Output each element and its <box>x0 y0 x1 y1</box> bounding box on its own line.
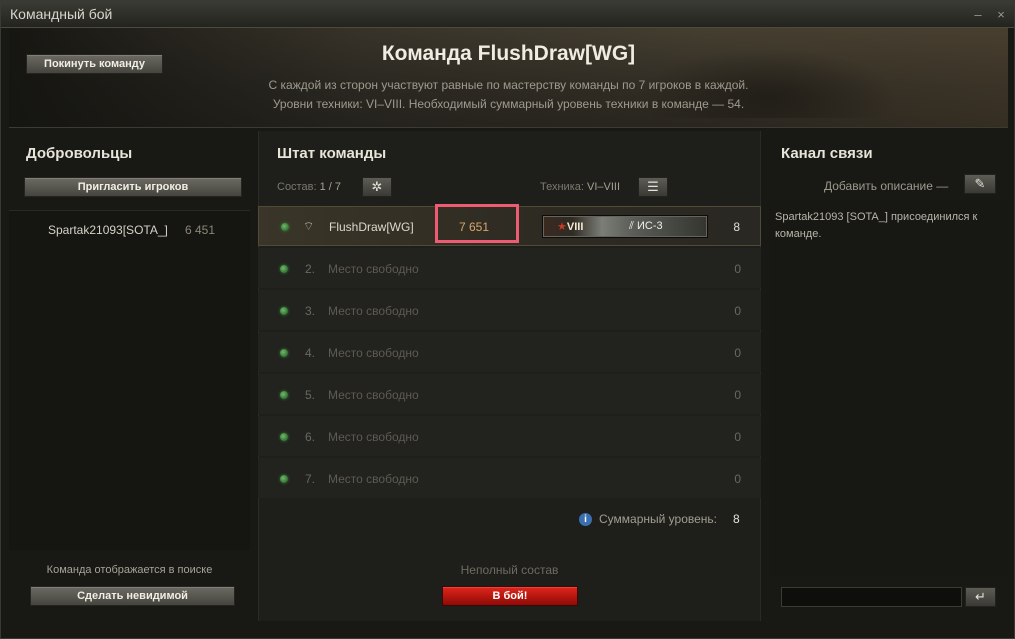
team-description-line-2: Уровни техники: VI–VIII. Необходимый сум… <box>272 97 745 111</box>
slot-name: Место свободно <box>328 262 419 276</box>
summary-value: 8 <box>733 512 740 526</box>
roster-status: Неполный состав <box>460 563 559 577</box>
online-status-icon <box>280 475 288 483</box>
tech-tiers: Техника: VI–VIII <box>540 181 620 193</box>
pencil-icon: ✎ <box>974 176 986 191</box>
slot-number: 3. <box>305 304 316 318</box>
chat-title: Канал связи <box>781 145 873 162</box>
slot-name: Место свободно <box>328 472 419 486</box>
online-status-icon <box>280 433 288 441</box>
close-icon[interactable]: × <box>994 8 1008 21</box>
summary-label: Суммарный уровень: <box>599 512 718 526</box>
slot-name: Место свободно <box>328 304 419 318</box>
composition-value: 1 / 7 <box>319 181 341 193</box>
slot-name: Место свободно <box>328 346 419 360</box>
tank-name-value: ИС-3 <box>636 220 663 232</box>
volunteers-title: Добровольцы <box>26 145 133 162</box>
commander-icon: ⌔ <box>303 219 315 233</box>
chat-message: Spartak21093 [SOTA_] присоединился к ком… <box>775 211 978 240</box>
tank-selector[interactable]: ★VIII ⫽ ИС-3 <box>542 215 708 238</box>
slot-level: 0 <box>734 472 741 486</box>
slot-level: 0 <box>734 346 741 360</box>
slot-number: 2. <box>305 262 316 276</box>
make-invisible-button[interactable]: Сделать невидимой <box>30 586 235 606</box>
volunteer-rating: 6 451 <box>185 223 216 237</box>
list-item[interactable]: Spartak21093[SOTA_] 6 451 <box>9 217 250 243</box>
slot-level: 0 <box>734 262 741 276</box>
roster-composition: Состав: 1 / 7 <box>277 181 341 193</box>
slot-number: 5. <box>305 388 316 402</box>
roster-slot-7[interactable]: 7. Место свободно 0 <box>258 458 761 498</box>
tank-tier-value: VIII <box>566 221 584 233</box>
enter-icon: ↵ <box>975 589 986 604</box>
minimize-icon[interactable]: – <box>971 8 985 21</box>
chat-messages-area[interactable] <box>769 201 1008 576</box>
send-message-button[interactable]: ↵ <box>965 587 996 607</box>
info-icon[interactable]: i <box>579 513 592 526</box>
slot-name: Место свободно <box>328 430 419 444</box>
gear-icon: ✲ <box>371 179 383 194</box>
slot-name: Место свободно <box>328 388 419 402</box>
online-status-icon <box>280 391 288 399</box>
slot-number: 7. <box>305 472 316 486</box>
slot-level: 8 <box>733 220 740 234</box>
roster-slot-3[interactable]: 3. Место свободно 0 <box>258 290 761 330</box>
battle-button[interactable]: В бой! <box>442 586 578 606</box>
slot-level: 0 <box>734 388 741 402</box>
chat-input[interactable] <box>781 587 962 607</box>
tank-name: ⫽ ИС-3 <box>629 220 663 232</box>
team-description-line-1: С каждой из сторон участвуют равные по м… <box>268 78 749 92</box>
player-name: FlushDraw[WG] <box>329 220 414 234</box>
online-status-icon <box>281 223 289 231</box>
roster-title: Штат команды <box>277 145 387 162</box>
roster-settings-button[interactable]: ✲ <box>362 177 392 197</box>
roster-slot-4[interactable]: 4. Место свободно 0 <box>258 332 761 372</box>
edit-description-button[interactable]: ✎ <box>964 174 996 194</box>
team-title: Команда FlushDraw[WG] <box>381 42 636 65</box>
composition-label: Состав: <box>277 181 317 193</box>
invite-players-button[interactable]: Пригласить игроков <box>24 177 242 197</box>
roster-slot-2[interactable]: 2. Место свободно 0 <box>258 248 761 288</box>
online-status-icon <box>280 307 288 315</box>
ussr-star-icon: ★ <box>557 221 567 233</box>
sliders-icon: ☰ <box>647 179 659 194</box>
slot-number: 6. <box>305 430 316 444</box>
window-title: Командный бой <box>10 6 113 22</box>
roster-slot-5[interactable]: 5. Место свободно 0 <box>258 374 761 414</box>
team-battle-window: Командный бой – × Покинуть команду Коман… <box>0 0 1015 639</box>
online-status-icon <box>280 349 288 357</box>
add-description-label: Добавить описание — <box>824 179 949 193</box>
tech-label: Техника: <box>540 181 584 193</box>
search-visibility-status: Команда отображается в поиске <box>46 564 213 576</box>
tech-value: VI–VIII <box>587 181 621 193</box>
volunteer-name: Spartak21093[SOTA_] <box>48 223 168 237</box>
slot-level: 0 <box>734 430 741 444</box>
rating-highlight-box <box>435 204 519 243</box>
slot-number: 4. <box>305 346 316 360</box>
volunteers-list: Spartak21093[SOTA_] 6 451 <box>9 210 250 550</box>
title-bar[interactable]: Командный бой – × <box>1 1 1014 28</box>
filter-button[interactable]: ☰ <box>638 177 668 197</box>
slot-level: 0 <box>734 304 741 318</box>
online-status-icon <box>280 265 288 273</box>
tank-tier: ★VIII <box>557 220 583 233</box>
roster-slot-6[interactable]: 6. Место свободно 0 <box>258 416 761 456</box>
